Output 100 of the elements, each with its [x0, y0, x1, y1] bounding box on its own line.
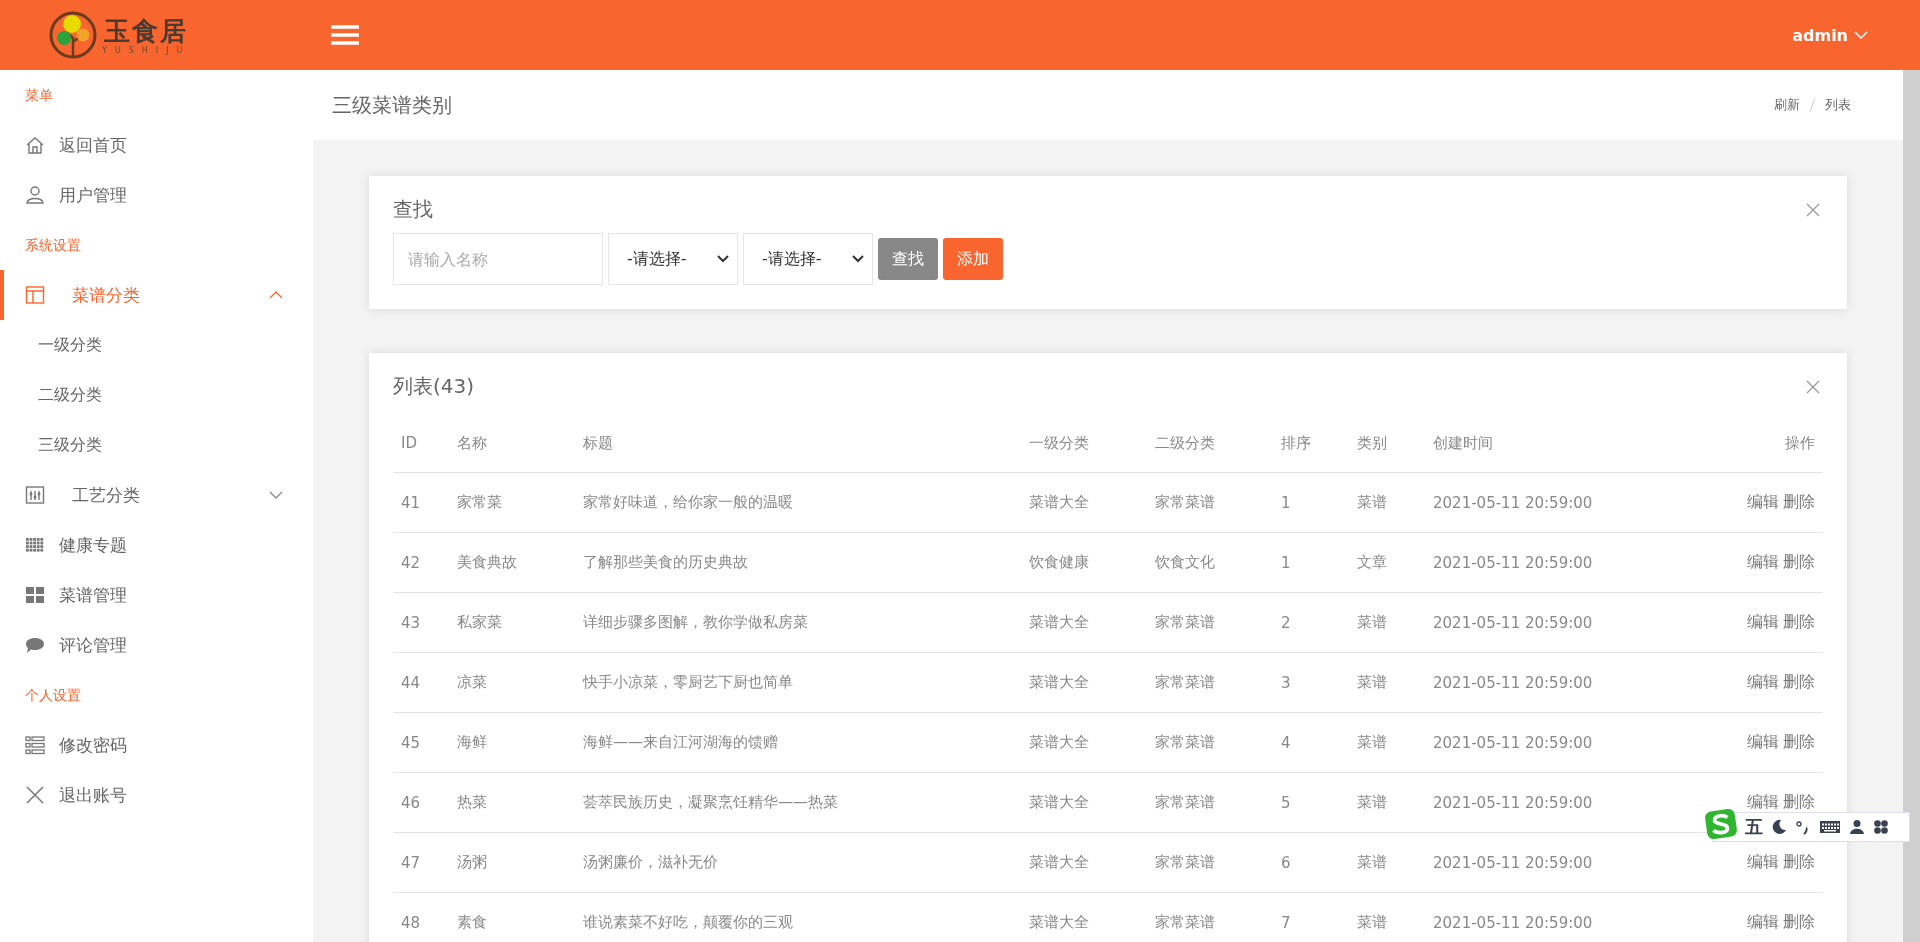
table-cell: 详细步骤多图解，教你学做私房菜	[575, 592, 1021, 653]
close-icon[interactable]	[1806, 202, 1820, 217]
table-cell: 饮食文化	[1147, 532, 1273, 593]
table-cell: 海鲜——来自江河湖海的馈赠	[575, 712, 1021, 773]
delete-link[interactable]: 删除	[1783, 492, 1815, 511]
sidebar-item[interactable]: 修改密码	[0, 720, 313, 770]
grid-icon	[25, 535, 45, 555]
user-menu[interactable]: admin	[1792, 25, 1868, 45]
comment-icon	[25, 635, 45, 655]
add-button[interactable]: 添加	[943, 238, 1003, 280]
edit-link[interactable]: 编辑	[1747, 612, 1779, 631]
edit-link[interactable]: 编辑	[1747, 732, 1779, 751]
edit-link[interactable]: 编辑	[1747, 552, 1779, 571]
table-cell: 41	[393, 472, 449, 533]
category-select[interactable]: -请选择-	[608, 233, 738, 285]
delete-link[interactable]: 删除	[1783, 732, 1815, 751]
tree-logo-icon	[48, 10, 98, 60]
delete-link[interactable]: 删除	[1783, 852, 1815, 871]
sidebar-item[interactable]: 退出账号	[0, 770, 313, 820]
category-select[interactable]: -请选择-	[743, 233, 873, 285]
table-cell: 2021-05-11 20:59:00	[1425, 832, 1690, 893]
table-cell: 2021-05-11 20:59:00	[1425, 652, 1690, 713]
table-cell: 汤粥	[449, 832, 575, 893]
table-cell: 菜谱	[1349, 832, 1425, 893]
table-cell: 家常菜谱	[1147, 772, 1273, 833]
keyboard-icon[interactable]	[1819, 819, 1841, 835]
column-header: 名称	[449, 414, 575, 473]
column-header: ID	[393, 414, 449, 473]
delete-link[interactable]: 删除	[1783, 612, 1815, 631]
delete-link[interactable]: 删除	[1783, 912, 1815, 931]
table-cell: 5	[1273, 772, 1349, 833]
search-button[interactable]: 查找	[878, 238, 938, 280]
tiles-icon	[25, 585, 45, 605]
person-icon[interactable]	[1849, 819, 1865, 835]
apps-icon[interactable]	[1873, 819, 1889, 835]
table-cell: 菜谱大全	[1021, 832, 1147, 893]
table-cell: 文章	[1349, 532, 1425, 593]
table-cell: 菜谱	[1349, 772, 1425, 833]
table-cell: 菜谱	[1349, 712, 1425, 773]
sidebar-heading: 菜单	[24, 86, 54, 105]
page-title: 三级菜谱类别	[332, 91, 452, 119]
sidebar-item[interactable]: 菜谱管理	[0, 570, 313, 620]
column-header: 标题	[575, 414, 1021, 473]
delete-link[interactable]: 删除	[1783, 552, 1815, 571]
table-cell: 家常菜谱	[1147, 832, 1273, 893]
table-cell: 家常菜谱	[1147, 892, 1273, 942]
column-header: 一级分类	[1021, 414, 1147, 473]
edit-link[interactable]: 编辑	[1747, 492, 1779, 511]
sidebar-item[interactable]: 返回首页	[0, 120, 313, 170]
table-cell: 46	[393, 772, 449, 833]
card-title: 查找	[393, 196, 433, 223]
table-cell: 2	[1273, 592, 1349, 653]
table-cell: 菜谱大全	[1021, 712, 1147, 773]
table-cell: 2021-05-11 20:59:00	[1425, 472, 1690, 533]
table-cell: 菜谱	[1349, 892, 1425, 942]
table-cell: 44	[393, 652, 449, 713]
sidebar-item[interactable]: 评论管理	[0, 620, 313, 670]
user-icon	[25, 185, 45, 205]
table-cell: 7	[1273, 892, 1349, 942]
scrollbar[interactable]	[1903, 70, 1920, 942]
menu-toggle-icon[interactable]	[331, 24, 359, 46]
table-cell: 42	[393, 532, 449, 593]
moon-icon[interactable]	[1771, 819, 1787, 835]
table-cell: 菜谱大全	[1021, 592, 1147, 653]
edit-link[interactable]: 编辑	[1747, 912, 1779, 931]
table-cell: 菜谱	[1349, 592, 1425, 653]
table-cell: 家常菜谱	[1147, 712, 1273, 773]
sidebar-item[interactable]: 用户管理	[0, 170, 313, 220]
sidebar-subitem[interactable]: 三级分类	[0, 420, 313, 470]
sidebar-subitem[interactable]: 一级分类	[0, 320, 313, 370]
sidebar-item[interactable]: 工艺分类	[0, 470, 313, 520]
table-cell: 了解那些美食的历史典故	[575, 532, 1021, 593]
table-cell: 菜谱大全	[1021, 472, 1147, 533]
sidebar-item[interactable]: 健康专题	[0, 520, 313, 570]
table-cell: 2021-05-11 20:59:00	[1425, 772, 1690, 833]
edit-link[interactable]: 编辑	[1747, 672, 1779, 691]
table-cell: 48	[393, 892, 449, 942]
sidebar-subitem[interactable]: 二级分类	[0, 370, 313, 420]
edit-link[interactable]: 编辑	[1747, 852, 1779, 871]
close-icon[interactable]	[1806, 379, 1820, 394]
card-title: 列表(43)	[393, 373, 475, 400]
delete-link[interactable]: 删除	[1783, 672, 1815, 691]
chevron-down-icon	[1854, 31, 1868, 39]
table-cell: 3	[1273, 652, 1349, 713]
table-cell: 荟萃民族历史，凝聚烹饪精华——热菜	[575, 772, 1021, 833]
table-cell: 45	[393, 712, 449, 773]
table-cell: 菜谱	[1349, 472, 1425, 533]
table-cell: 谁说素菜不好吃，颠覆你的三观	[575, 892, 1021, 942]
breadcrumb-link[interactable]: 刷新	[1774, 96, 1800, 114]
breadcrumb-link[interactable]: 列表	[1825, 96, 1851, 114]
table-cell: 家常菜	[449, 472, 575, 533]
table-cell: 热菜	[449, 772, 575, 833]
column-header: 二级分类	[1147, 414, 1273, 473]
layout-icon	[25, 285, 45, 305]
table-cell: 家常菜谱	[1147, 652, 1273, 713]
delete-link[interactable]: 删除	[1783, 792, 1815, 811]
punctuation-icon[interactable]	[1795, 819, 1811, 835]
input-mode-label[interactable]: 五	[1745, 815, 1763, 839]
edit-link[interactable]: 编辑	[1747, 792, 1779, 811]
name-field[interactable]: 请输入名称	[393, 233, 603, 285]
